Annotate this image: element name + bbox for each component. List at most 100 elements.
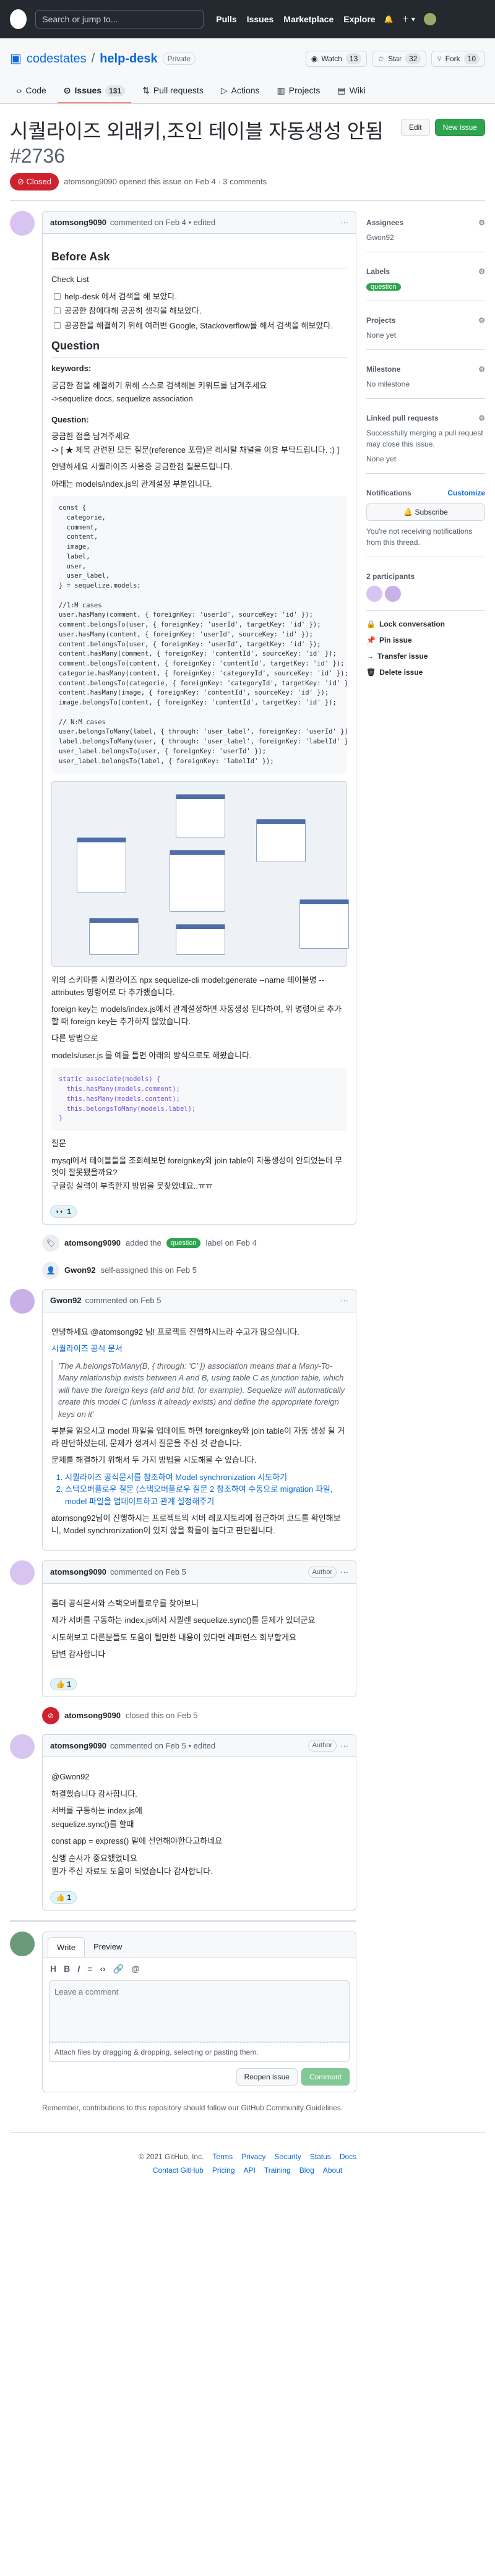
footer-link[interactable]: Contact GitHub <box>153 2165 204 2176</box>
more-icon[interactable]: ··· <box>340 1294 348 1307</box>
customize-link[interactable]: Customize <box>447 487 485 499</box>
list-item[interactable]: 스택오버플로우 질문 (스택오버플로우 질문 2 참조하여 수동으로 migra… <box>65 1483 347 1507</box>
footer-link[interactable]: Status <box>310 2151 331 2162</box>
gear-icon[interactable]: ⚙ <box>478 364 485 375</box>
event-actor[interactable]: atomsong9090 <box>64 1237 121 1249</box>
footer-link[interactable]: Docs <box>340 2151 356 2162</box>
nav-pulls[interactable]: Pulls <box>216 13 236 26</box>
nav-issues[interactable]: Issues <box>247 13 274 26</box>
participant-avatar[interactable] <box>385 586 401 602</box>
list-item[interactable]: 시퀄라이즈 공식문서를 참조하여 Model synchronization 시… <box>65 1471 347 1484</box>
checklist-item[interactable]: help-desk 에서 검색을 해 보았다. <box>54 291 347 303</box>
new-issue-button[interactable]: New issue <box>434 119 485 136</box>
code-icon[interactable]: ‹› <box>100 1962 105 1975</box>
github-logo-icon[interactable] <box>10 9 27 29</box>
footer-link[interactable]: Terms <box>212 2151 233 2162</box>
list-icon[interactable]: ≡ <box>87 1962 92 1975</box>
link-icon[interactable]: 🔗 <box>113 1962 124 1975</box>
participant-avatar[interactable] <box>366 586 382 602</box>
user-avatar[interactable] <box>423 13 436 25</box>
plus-icon[interactable]: ＋ ▾ <box>402 14 415 25</box>
bell-icon[interactable]: 🔔 <box>384 14 394 25</box>
tab-code[interactable]: ‹› Code <box>10 79 53 103</box>
checklist-item[interactable]: 공공한을 해결하기 위해 여러번 Google, Stackoverflow를 … <box>54 320 347 332</box>
reaction-button[interactable]: 👍 1 <box>50 1891 77 1904</box>
comment-textarea[interactable]: Leave a comment <box>49 1980 350 2042</box>
assignee[interactable]: Gwon92 <box>366 232 485 243</box>
checkbox-icon[interactable] <box>54 307 61 315</box>
reopen-issue-button[interactable]: Reopen issue <box>236 2068 298 2086</box>
delete-issue-button[interactable]: 🗑 Delete issue <box>366 667 485 678</box>
comment-author[interactable]: atomsong9090 <box>50 216 106 229</box>
comment-author[interactable]: atomsong9090 <box>50 1566 106 1578</box>
gear-icon[interactable]: ⚙ <box>478 413 485 424</box>
italic-icon[interactable]: I <box>77 1962 80 1975</box>
issue-meta: atomsong9090 opened this issue on Feb 4 … <box>63 177 267 186</box>
footer-link[interactable]: Blog <box>299 2165 314 2176</box>
pin-issue-button[interactable]: 📌 Pin issue <box>366 635 485 646</box>
footer-link[interactable]: About <box>323 2165 342 2176</box>
docs-link[interactable]: 시퀄라이즈 공식 문서 <box>51 1344 123 1353</box>
event-actor[interactable]: atomsong9090 <box>64 1709 121 1722</box>
checklist-item[interactable]: 공공한 참에대해 공공히 생각을 해보았다. <box>54 305 347 317</box>
footer-link[interactable]: Security <box>274 2151 301 2162</box>
more-icon[interactable]: ··· <box>340 1566 348 1578</box>
play-icon: ▷ <box>220 85 228 95</box>
repo-name[interactable]: help-desk <box>100 49 157 68</box>
bold-icon[interactable]: B <box>64 1962 70 1975</box>
star-button[interactable]: ☆ Star 32 <box>372 51 427 67</box>
text: 구글링 실력이 부족한지 방법을 못찾았네요..ㅠㅠ <box>51 1181 213 1191</box>
gear-icon[interactable]: ⚙ <box>478 217 485 228</box>
reaction-button[interactable]: 👍 1 <box>50 1677 77 1690</box>
edit-button[interactable]: Edit <box>400 119 430 136</box>
arrow-right-icon: → <box>366 652 374 661</box>
repo-owner[interactable]: codestates <box>27 49 87 68</box>
label-badge[interactable]: question <box>366 283 401 291</box>
sidebar-value: No milestone <box>366 380 410 388</box>
transfer-issue-button[interactable]: → Transfer issue <box>366 651 485 662</box>
footer-link[interactable]: Training <box>264 2165 291 2176</box>
more-icon[interactable]: ··· <box>340 1740 348 1752</box>
more-icon[interactable]: ··· <box>340 216 348 229</box>
write-tab[interactable]: Write <box>48 1936 85 1957</box>
comment-author[interactable]: atomsong9090 <box>50 1740 106 1752</box>
avatar[interactable] <box>10 1289 35 1314</box>
lock-conversation-button[interactable]: 🔒 Lock conversation <box>366 618 485 630</box>
tab-wiki[interactable]: ▤ Wiki <box>331 79 372 103</box>
comment-button[interactable]: Comment <box>301 2068 350 2086</box>
avatar[interactable] <box>10 210 35 236</box>
lock-icon: 🔒 <box>366 620 376 628</box>
preview-tab[interactable]: Preview <box>85 1937 131 1958</box>
gear-icon[interactable]: ⚙ <box>478 266 485 277</box>
heading-icon[interactable]: H <box>50 1962 56 1975</box>
gear-icon[interactable]: ⚙ <box>478 315 485 326</box>
sidebar-value: You're not receiving notifications from … <box>366 527 473 547</box>
reaction-button[interactable]: 👀 1 <box>50 1205 77 1218</box>
tab-projects[interactable]: ▥ Projects <box>271 79 327 103</box>
label-badge[interactable]: question <box>166 1238 201 1249</box>
watch-button[interactable]: ◉ Watch 13 <box>305 51 368 67</box>
footer-link[interactable]: API <box>244 2165 256 2176</box>
tab-actions[interactable]: ▷ Actions <box>215 79 266 103</box>
comment-author[interactable]: Gwon92 <box>50 1294 82 1307</box>
erd-table <box>176 794 225 838</box>
guidelines-note: Remember, contributions to this reposito… <box>42 2103 343 2112</box>
avatar[interactable] <box>10 1560 35 1585</box>
tab-pull-requests[interactable]: ⇅ Pull requests <box>136 79 210 103</box>
mention-icon[interactable]: @ <box>131 1962 140 1975</box>
attach-files[interactable]: Attach files by dragging & dropping, sel… <box>49 2042 350 2062</box>
nav-explore[interactable]: Explore <box>343 13 375 26</box>
subscribe-button[interactable]: 🔔 Subscribe <box>366 503 485 521</box>
footer-link[interactable]: Privacy <box>241 2151 265 2162</box>
tab-issues[interactable]: ⊙ Issues 131 <box>57 79 132 103</box>
search-input[interactable]: Search or jump to... <box>35 10 204 28</box>
checkbox-icon[interactable] <box>54 322 61 329</box>
fork-button[interactable]: ⑂ Fork 10 <box>431 51 485 67</box>
text: keywords: <box>51 364 92 373</box>
checkbox-icon[interactable] <box>54 293 61 300</box>
nav-marketplace[interactable]: Marketplace <box>283 13 334 26</box>
avatar[interactable] <box>10 1734 35 1759</box>
event-actor[interactable]: Gwon92 <box>64 1264 96 1277</box>
footer-link[interactable]: Pricing <box>212 2165 235 2176</box>
checklist-text: help-desk 에서 검색을 해 보았다. <box>64 291 178 301</box>
